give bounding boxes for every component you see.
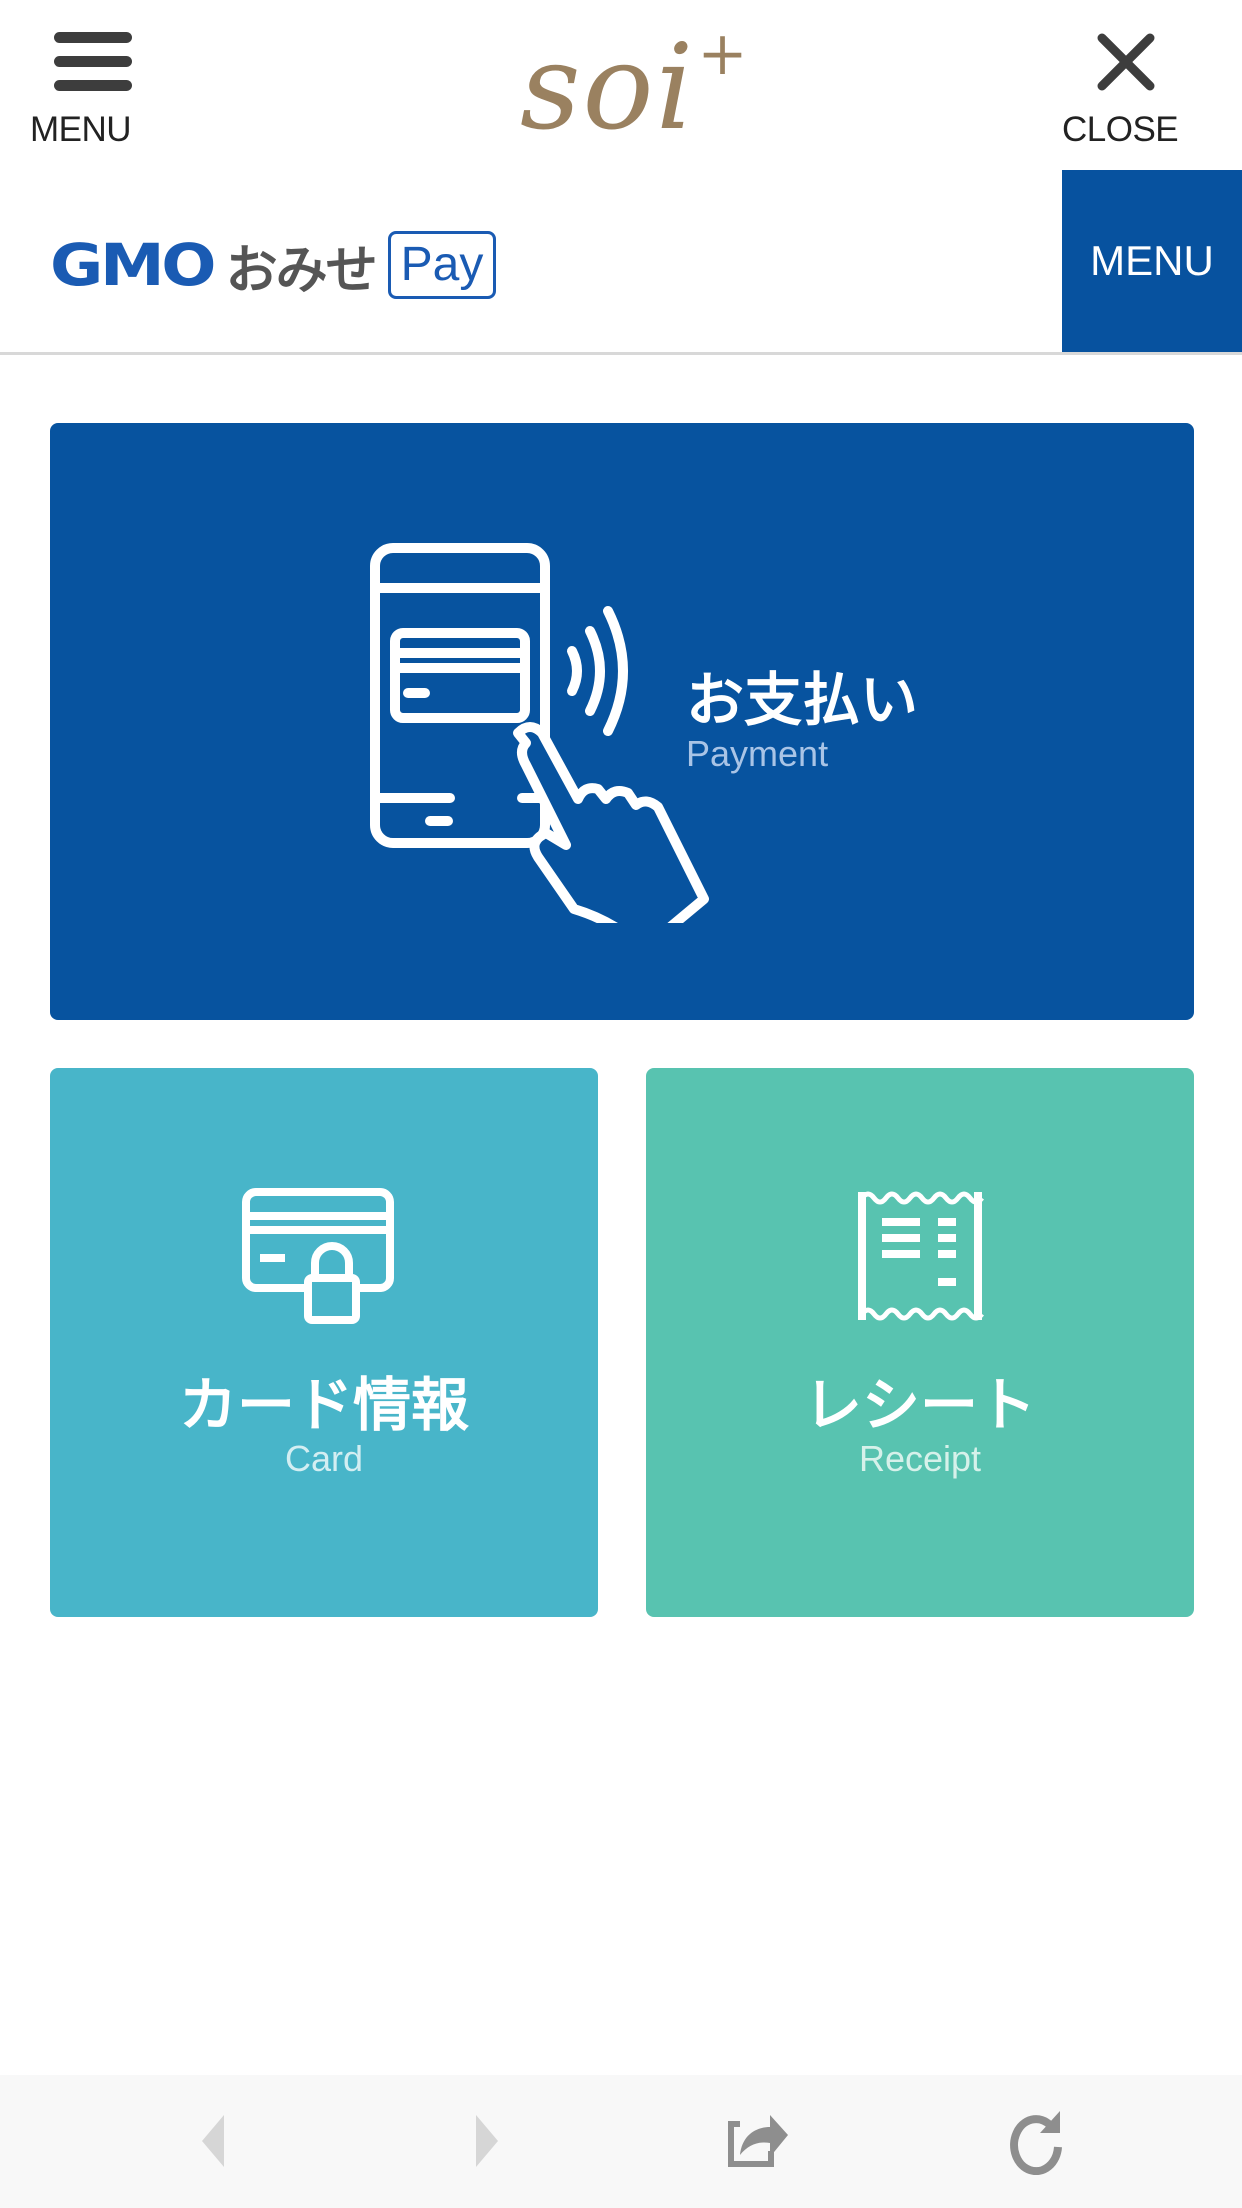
back-arrow-icon[interactable] <box>170 2105 250 2175</box>
service-menu-button[interactable]: MENU <box>1062 170 1242 352</box>
close-label[interactable]: CLOSE <box>1062 110 1179 150</box>
card-info-title: カード情報 <box>178 1373 469 1438</box>
brand-suffix: + <box>697 19 750 89</box>
menu-label[interactable]: MENU <box>30 110 132 150</box>
forward-arrow-icon[interactable] <box>450 2105 530 2175</box>
receipt-tile[interactable]: レシート Receipt <box>646 1068 1194 1617</box>
browser-toolbar <box>0 2075 1242 2208</box>
hamburger-icon[interactable] <box>54 32 132 92</box>
app-header: MENU soi+ CLOSE <box>0 0 1242 170</box>
gmo-omise-pay-logo[interactable]: GMO おみせ Pay <box>50 230 497 300</box>
brand-logo: soi+ <box>520 24 750 146</box>
receipt-subtitle: Receipt <box>858 1438 982 1479</box>
payment-subtitle: Payment <box>686 733 829 774</box>
close-icon[interactable] <box>1094 30 1158 94</box>
receipt-icon <box>858 1191 984 1321</box>
card-info-subtitle: Card <box>284 1438 364 1479</box>
card-lock-icon <box>242 1188 394 1324</box>
payment-title: お支払い <box>686 668 919 733</box>
logo-omise: おみせ <box>225 241 378 300</box>
share-icon[interactable] <box>720 2105 800 2175</box>
card-info-tile[interactable]: カード情報 Card <box>50 1068 598 1617</box>
brand-name: soi <box>520 18 696 156</box>
phone-tap-payment-icon <box>370 543 709 923</box>
service-header: GMO おみせ Pay MENU <box>0 170 1242 355</box>
reload-icon[interactable] <box>998 2105 1078 2175</box>
logo-gmo: GMO <box>50 231 216 299</box>
payment-tile[interactable]: お支払い Payment <box>50 423 1194 1020</box>
logo-pay: Pay <box>387 231 497 299</box>
receipt-title: レシート <box>803 1373 1036 1438</box>
